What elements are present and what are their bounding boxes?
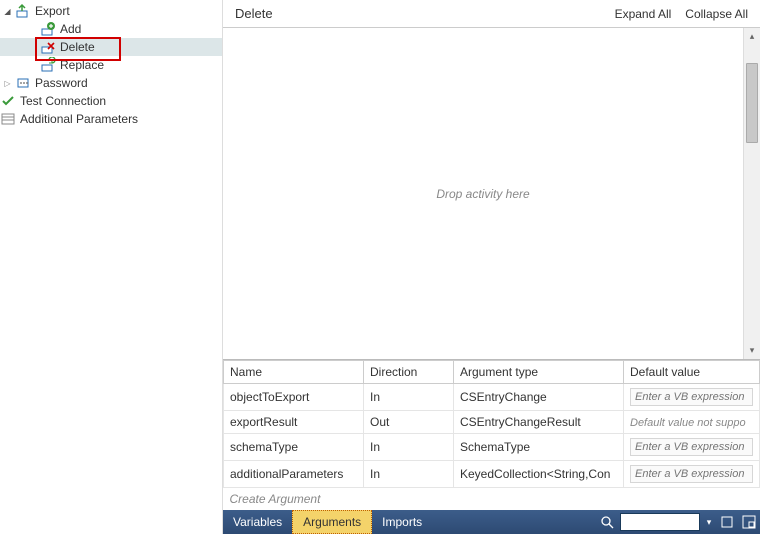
col-name[interactable]: Name bbox=[224, 361, 364, 384]
arg-default[interactable] bbox=[624, 434, 760, 461]
export-icon bbox=[15, 3, 31, 19]
overview-icon[interactable] bbox=[738, 510, 760, 534]
default-readonly: Default value not suppo bbox=[630, 417, 746, 429]
fit-to-screen-icon[interactable] bbox=[716, 510, 738, 534]
tree-label: Export bbox=[35, 4, 70, 18]
arg-type[interactable]: CSEntryChange bbox=[454, 384, 624, 411]
table-row[interactable]: objectToExport In CSEntryChange bbox=[224, 384, 760, 411]
drop-hint: Drop activity here bbox=[436, 187, 529, 201]
arguments-table: Name Direction Argument type Default val… bbox=[223, 360, 760, 510]
scroll-down-icon[interactable]: ▾ bbox=[744, 342, 760, 359]
tree-label: Replace bbox=[60, 58, 104, 72]
table-row[interactable]: exportResult Out CSEntryChangeResult Def… bbox=[224, 411, 760, 434]
col-default[interactable]: Default value bbox=[624, 361, 760, 384]
zoom-dropdown[interactable]: ▾ bbox=[702, 510, 716, 534]
arg-name[interactable]: additionalParameters bbox=[224, 461, 364, 488]
tab-imports[interactable]: Imports bbox=[372, 510, 432, 534]
arg-type[interactable]: CSEntryChangeResult bbox=[454, 411, 624, 434]
tab-arguments[interactable]: Arguments bbox=[292, 510, 372, 534]
replace-icon bbox=[40, 57, 56, 73]
arg-name[interactable]: objectToExport bbox=[224, 384, 364, 411]
arg-name[interactable]: exportResult bbox=[224, 411, 364, 434]
arg-direction[interactable]: In bbox=[364, 434, 454, 461]
expand-all-button[interactable]: Expand All bbox=[615, 7, 672, 21]
main-area: Delete Expand All Collapse All Drop acti… bbox=[222, 0, 760, 534]
tree-label: Delete bbox=[60, 40, 95, 54]
arg-direction[interactable]: Out bbox=[364, 411, 454, 434]
bottom-bar: Variables Arguments Imports ▾ bbox=[223, 510, 760, 534]
arg-direction[interactable]: In bbox=[364, 461, 454, 488]
tree-label: Additional Parameters bbox=[20, 112, 138, 126]
arg-type[interactable]: SchemaType bbox=[454, 434, 624, 461]
arg-name[interactable]: schemaType bbox=[224, 434, 364, 461]
activity-tree: Export Add Delete Replace Password bbox=[0, 0, 222, 534]
search-input[interactable] bbox=[620, 513, 700, 531]
tree-label: Test Connection bbox=[20, 94, 106, 108]
arg-default[interactable] bbox=[624, 384, 760, 411]
designer-title: Delete bbox=[235, 6, 601, 21]
expand-icon[interactable] bbox=[2, 78, 13, 89]
tree-node-replace[interactable]: Replace bbox=[0, 56, 222, 74]
tab-variables[interactable]: Variables bbox=[223, 510, 292, 534]
vb-expression-input[interactable] bbox=[630, 465, 753, 483]
tree-label: Add bbox=[60, 22, 81, 36]
create-argument-label[interactable]: Create Argument bbox=[224, 488, 760, 511]
vb-expression-input[interactable] bbox=[630, 438, 753, 456]
vertical-scrollbar[interactable]: ▴ ▾ bbox=[743, 28, 760, 359]
scroll-track[interactable] bbox=[744, 45, 760, 342]
tree-node-additional-parameters[interactable]: Additional Parameters bbox=[0, 110, 222, 128]
parameters-icon bbox=[0, 111, 16, 127]
create-argument-row[interactable]: Create Argument bbox=[224, 488, 760, 511]
delete-icon bbox=[40, 39, 56, 55]
search-icon[interactable] bbox=[596, 510, 618, 534]
scroll-up-icon[interactable]: ▴ bbox=[744, 28, 760, 45]
tree-node-test-connection[interactable]: Test Connection bbox=[0, 92, 222, 110]
table-row[interactable]: schemaType In SchemaType bbox=[224, 434, 760, 461]
arg-direction[interactable]: In bbox=[364, 384, 454, 411]
tree-node-password[interactable]: Password bbox=[0, 74, 222, 92]
check-icon bbox=[0, 93, 16, 109]
arguments-panel: Name Direction Argument type Default val… bbox=[223, 359, 760, 510]
tree-label: Password bbox=[35, 76, 88, 90]
col-type[interactable]: Argument type bbox=[454, 361, 624, 384]
tree-node-add[interactable]: Add bbox=[0, 20, 222, 38]
scroll-thumb[interactable] bbox=[746, 63, 758, 143]
tree-node-delete[interactable]: Delete bbox=[0, 38, 222, 56]
table-row[interactable]: additionalParameters In KeyedCollection<… bbox=[224, 461, 760, 488]
arg-default[interactable] bbox=[624, 461, 760, 488]
tree-node-export[interactable]: Export bbox=[0, 2, 222, 20]
add-icon bbox=[40, 21, 56, 37]
designer-canvas[interactable]: Drop activity here bbox=[223, 28, 743, 359]
col-direction[interactable]: Direction bbox=[364, 361, 454, 384]
collapse-all-button[interactable]: Collapse All bbox=[685, 7, 748, 21]
designer-header: Delete Expand All Collapse All bbox=[223, 0, 760, 28]
arg-type[interactable]: KeyedCollection<String,Con bbox=[454, 461, 624, 488]
password-icon bbox=[15, 75, 31, 91]
arg-default: Default value not suppo bbox=[624, 411, 760, 434]
expand-icon[interactable] bbox=[2, 6, 13, 17]
vb-expression-input[interactable] bbox=[630, 388, 753, 406]
designer-canvas-wrap: Drop activity here ▴ ▾ bbox=[223, 28, 760, 359]
